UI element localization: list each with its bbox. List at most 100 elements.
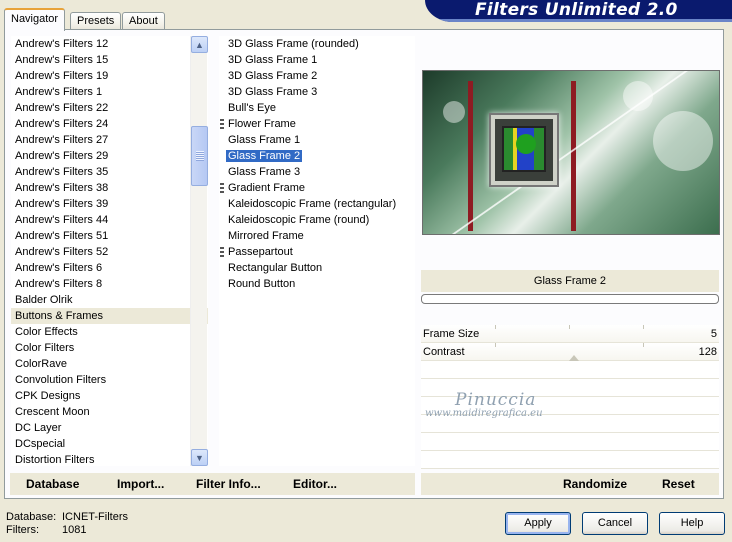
category-item[interactable]: Andrew's Filters 12 [11,36,208,52]
category-list-panel: Andrew's Filters 12 Andrew's Filters 15 An… [11,36,208,466]
filter-item[interactable]: Kaleidoscopic Frame (round) [219,212,415,228]
category-item[interactable]: Andrew's Filters 51 [11,228,208,244]
slider-tick [495,343,496,347]
category-item[interactable]: Andrew's Filters 1 [11,84,208,100]
category-item[interactable]: Andrew's Filters 29 [11,148,208,164]
category-item[interactable]: Andrew's Filters 8 [11,276,208,292]
filters-count: 1081 [62,524,87,536]
filter-item-label: Gradient Frame [228,182,306,194]
filter-info-button[interactable]: Filter Info... [196,477,261,491]
filter-item-label: Round Button [228,278,296,290]
category-item[interactable]: Andrew's Filters 39 [11,196,208,212]
randomize-button[interactable]: Randomize [563,477,627,491]
filter-item-label: Glass Frame 3 [228,166,301,178]
navigator-toolbar: Database Import... Filter Info... Editor… [10,473,415,495]
category-item[interactable]: Andrew's Filters 19 [11,68,208,84]
category-scrollbar[interactable]: ▲ ▼ [190,36,208,466]
slider-tick [495,325,496,329]
tab-navigator[interactable]: Navigator [4,8,66,31]
database-button[interactable]: Database [26,477,79,491]
editor-button[interactable]: Editor... [293,477,337,491]
param-value: 5 [710,328,717,340]
filter-item-label: Mirrored Frame [228,230,304,242]
database-label: Database: [6,511,57,523]
filter-item[interactable]: 3D Glass Frame 3 [219,84,415,100]
filter-item[interactable]: Gradient Frame [219,180,415,196]
category-item[interactable]: Convolution Filters [11,372,208,388]
category-item[interactable]: Balder Olrik [11,292,208,308]
navigator-panel: Andrew's Filters 12 Andrew's Filters 15 An… [4,29,724,499]
scroll-up-button[interactable]: ▲ [191,36,208,53]
param-contrast[interactable]: Contrast 128 [421,343,719,361]
slider-tick [643,325,644,329]
param-value: 128 [698,346,717,358]
category-item[interactable]: ColorRave [11,356,208,372]
category-item[interactable]: DCspecial [11,436,208,452]
category-item[interactable]: Andrew's Filters 44 [11,212,208,228]
category-item[interactable]: Andrew's Filters 52 [11,244,208,260]
filter-item-label: Glass Frame 1 [228,134,301,146]
category-item[interactable]: Andrew's Filters 6 [11,260,208,276]
category-item[interactable]: Buttons & Frames [11,308,208,324]
category-item[interactable]: Andrew's Filters 38 [11,180,208,196]
param-empty [421,361,719,379]
filter-item[interactable]: Passepartout [219,244,415,260]
filter-item[interactable]: 3D Glass Frame (rounded) [219,36,415,52]
filter-item-label: 3D Glass Frame 3 [228,86,318,98]
cancel-button[interactable]: Cancel [582,512,648,535]
grip-icon [196,151,204,161]
preview-image [502,126,546,172]
filter-item[interactable]: Glass Frame 2 [219,148,415,164]
chevron-up-icon: ▲ [195,39,204,50]
category-item[interactable]: Andrew's Filters 35 [11,164,208,180]
category-item[interactable]: Andrew's Filters 24 [11,116,208,132]
filter-item[interactable]: Rectangular Button [219,260,415,276]
filter-item[interactable]: Flower Frame [219,116,415,132]
category-item[interactable]: Distortion Filters [11,452,208,466]
param-empty [421,451,719,469]
category-item[interactable]: Color Effects [11,324,208,340]
scroll-down-button[interactable]: ▼ [191,449,208,466]
filter-item-label: Bull's Eye [228,102,276,114]
filter-item[interactable]: Glass Frame 1 [219,132,415,148]
database-stats: Database: ICNET-Filters Filters: 1081 [6,511,128,537]
filter-item-label: Kaleidoscopic Frame (round) [228,214,370,226]
filter-list: 3D Glass Frame (rounded) 3D Glass Frame 1… [219,36,415,292]
apply-button[interactable]: Apply [505,512,571,535]
import-button[interactable]: Import... [117,477,164,491]
slider-tick [569,325,570,329]
category-item[interactable]: CPK Designs [11,388,208,404]
watermark-url: www.maidiregrafica.eu [425,408,543,419]
filter-item-label: Flower Frame [228,118,296,130]
slider-tick [643,343,644,347]
filter-item[interactable]: Glass Frame 3 [219,164,415,180]
category-item[interactable]: Andrew's Filters 27 [11,132,208,148]
filter-item[interactable]: Round Button [219,276,415,292]
category-list: Andrew's Filters 12 Andrew's Filters 15 An… [11,36,208,466]
category-item[interactable]: Crescent Moon [11,404,208,420]
progress-bar [421,294,719,304]
preview-diagonal [423,71,719,234]
filter-item[interactable]: Bull's Eye [219,100,415,116]
filter-item-label: Passepartout [228,246,293,258]
category-item[interactable]: Color Filters [11,340,208,356]
filter-item[interactable]: Kaleidoscopic Frame (rectangular) [219,196,415,212]
category-item[interactable]: Andrew's Filters 22 [11,100,208,116]
param-frame-size[interactable]: Frame Size 5 [421,325,719,343]
help-button[interactable]: Help [659,512,725,535]
database-value: ICNET-Filters [62,511,128,523]
param-empty [421,433,719,451]
filter-item[interactable]: 3D Glass Frame 1 [219,52,415,68]
category-item[interactable]: Andrew's Filters 15 [11,52,208,68]
reset-button[interactable]: Reset [662,477,695,491]
filter-item-label: 3D Glass Frame 2 [228,70,318,82]
scroll-thumb[interactable] [191,126,208,186]
category-item[interactable]: DC Layer [11,420,208,436]
filter-list-panel: 3D Glass Frame (rounded) 3D Glass Frame 1… [219,36,415,466]
filter-item-label: 3D Glass Frame (rounded) [228,38,359,50]
filter-item[interactable]: Mirrored Frame [219,228,415,244]
filter-title: Glass Frame 2 [421,270,719,292]
filter-item[interactable]: 3D Glass Frame 2 [219,68,415,84]
watermark-name: Pinuccia [455,390,537,410]
filter-item-label: Glass Frame 2 [226,150,303,162]
